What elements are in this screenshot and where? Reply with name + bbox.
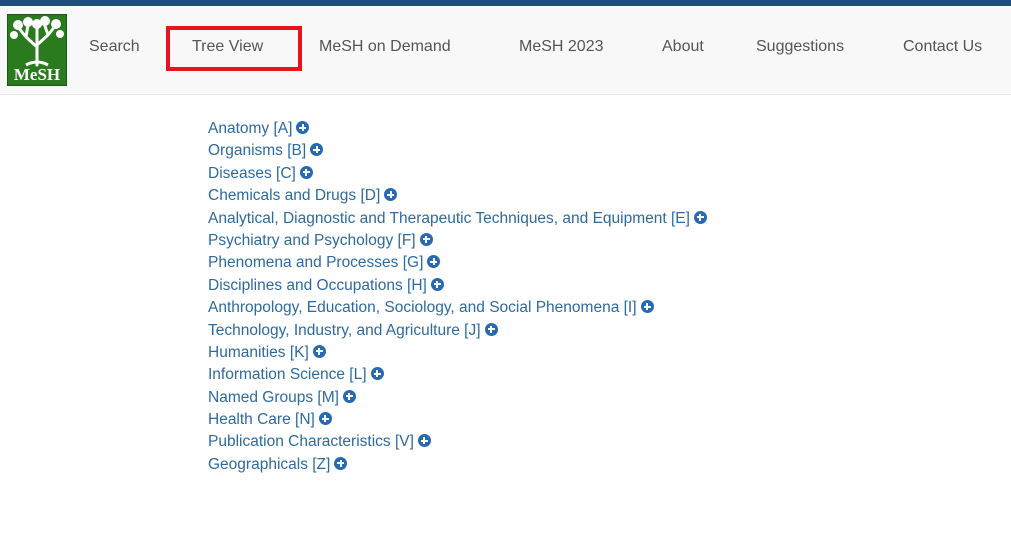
tree-item-label[interactable]: Chemicals and Drugs [D] <box>208 187 380 204</box>
expand-plus-icon[interactable] <box>417 434 431 448</box>
expand-plus-icon[interactable] <box>640 300 654 314</box>
tree-item-label[interactable]: Disciplines and Occupations [H] <box>208 277 427 294</box>
tree-item-label[interactable]: Analytical, Diagnostic and Therapeutic T… <box>208 210 690 227</box>
expand-plus-icon[interactable] <box>427 255 441 269</box>
tree-item-label[interactable]: Diseases [C] <box>208 165 296 182</box>
tree-item-label[interactable]: Publication Characteristics [V] <box>208 433 414 450</box>
nav-mesh-2023[interactable]: MeSH 2023 <box>519 38 604 56</box>
expand-plus-icon[interactable] <box>384 188 398 202</box>
tree-item-diseases: Diseases [C] <box>208 163 707 185</box>
tree-item-phenomena-processes: Phenomena and Processes [G] <box>208 252 707 274</box>
tree-item-organisms: Organisms [B] <box>208 140 707 162</box>
expand-plus-icon[interactable] <box>342 389 356 403</box>
expand-plus-icon[interactable] <box>310 143 324 157</box>
expand-plus-icon[interactable] <box>484 322 498 336</box>
expand-plus-icon[interactable] <box>318 412 332 426</box>
tree-item-label[interactable]: Organisms [B] <box>208 142 306 159</box>
nav-search[interactable]: Search <box>89 38 140 56</box>
top-accent-line <box>0 0 1011 6</box>
expand-plus-icon[interactable] <box>296 121 310 134</box>
tree-item-label[interactable]: Humanities [K] <box>208 344 309 361</box>
tree-item-label[interactable]: Technology, Industry, and Agriculture [J… <box>208 322 481 339</box>
expand-plus-icon[interactable] <box>334 456 348 470</box>
tree-item-information-science: Information Science [L] <box>208 364 707 386</box>
tree-item-psychiatry-psychology: Psychiatry and Psychology [F] <box>208 230 707 252</box>
expand-plus-icon[interactable] <box>419 232 433 246</box>
logo-text: MeSH <box>13 65 61 84</box>
tree-logo-icon <box>10 16 64 67</box>
mesh-tree-list: Anatomy [A] Organisms [B] Diseases [C] C… <box>208 118 707 476</box>
tree-item-label[interactable]: Anthropology, Education, Sociology, and … <box>208 299 637 316</box>
nav-about[interactable]: About <box>662 38 704 56</box>
tree-item-technology: Technology, Industry, and Agriculture [J… <box>208 320 707 342</box>
tree-item-label[interactable]: Phenomena and Processes [G] <box>208 254 423 271</box>
tree-item-publication-characteristics: Publication Characteristics [V] <box>208 431 707 453</box>
nav-mesh-on-demand[interactable]: MeSH on Demand <box>319 38 451 56</box>
expand-plus-icon[interactable] <box>430 277 444 291</box>
tree-item-label[interactable]: Health Care [N] <box>208 411 315 428</box>
top-navbar: MeSH Search Tree View MeSH on Demand MeS… <box>0 0 1011 95</box>
tree-view-highlight-box <box>166 26 302 71</box>
mesh-logo[interactable]: MeSH <box>7 14 67 86</box>
tree-item-named-groups: Named Groups [M] <box>208 387 707 409</box>
expand-plus-icon[interactable] <box>370 367 384 381</box>
expand-plus-icon[interactable] <box>693 210 707 224</box>
tree-item-anthropology: Anthropology, Education, Sociology, and … <box>208 297 707 319</box>
tree-item-disciplines-occupations: Disciplines and Occupations [H] <box>208 275 707 297</box>
expand-plus-icon[interactable] <box>299 165 313 179</box>
tree-item-chemicals-and-drugs: Chemicals and Drugs [D] <box>208 185 707 207</box>
nav-suggestions[interactable]: Suggestions <box>756 38 844 56</box>
tree-item-analytical-techniques: Analytical, Diagnostic and Therapeutic T… <box>208 208 707 230</box>
tree-item-label[interactable]: Anatomy [A] <box>208 120 292 137</box>
tree-item-label[interactable]: Information Science [L] <box>208 366 367 383</box>
expand-plus-icon[interactable] <box>312 344 326 358</box>
tree-item-geographicals: Geographicals [Z] <box>208 454 707 476</box>
tree-item-humanities: Humanities [K] <box>208 342 707 364</box>
tree-item-label[interactable]: Psychiatry and Psychology [F] <box>208 232 416 249</box>
nav-contact-us[interactable]: Contact Us <box>903 38 982 56</box>
tree-item-anatomy: Anatomy [A] <box>208 118 707 140</box>
tree-item-label[interactable]: Geographicals [Z] <box>208 456 330 473</box>
tree-item-label[interactable]: Named Groups [M] <box>208 389 339 406</box>
tree-item-health-care: Health Care [N] <box>208 409 707 431</box>
